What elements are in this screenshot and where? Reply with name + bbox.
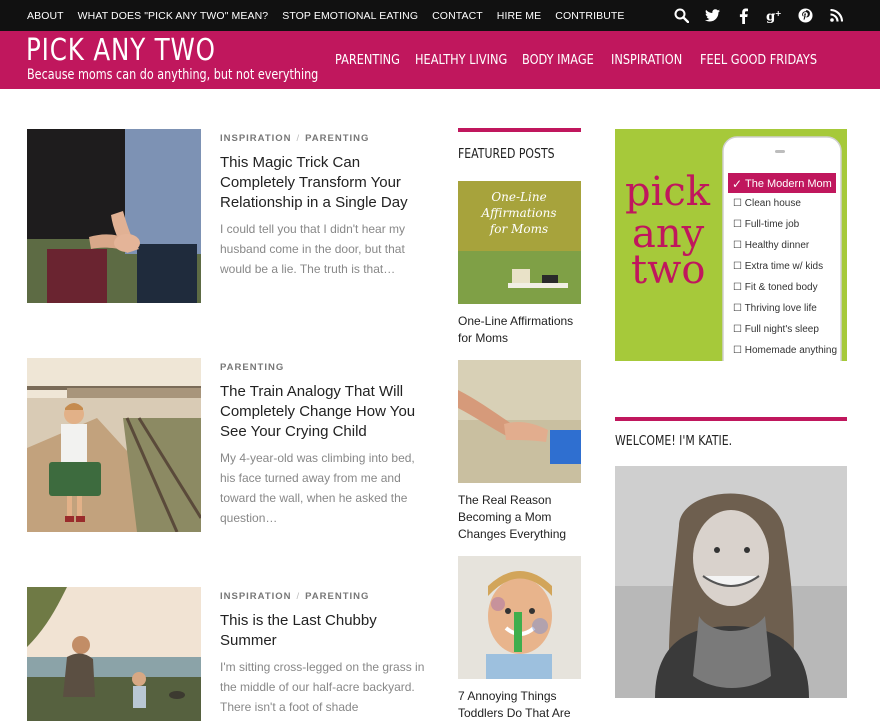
featured-item[interactable]: The Real Reason Becoming a Mom Changes E…: [458, 360, 581, 543]
featured-image-text: One-Line Affirmations for Moms: [480, 190, 556, 236]
facebook-icon[interactable]: [735, 8, 751, 24]
nav-inspiration[interactable]: INSPIRATION: [611, 52, 682, 68]
featured-thumbnail[interactable]: One-Line Affirmations for Moms: [458, 181, 581, 304]
post-excerpt: My 4-year-old was climbing into bed, his…: [220, 451, 415, 525]
category-link[interactable]: INSPIRATION: [220, 133, 292, 144]
featured-heading: FEATURED POSTS: [458, 147, 555, 162]
nav-parenting[interactable]: PARENTING: [335, 52, 400, 68]
nav-healthy-living[interactable]: HEALTHY LIVING: [415, 52, 507, 68]
post-categories: PARENTING: [220, 362, 284, 373]
category-link[interactable]: INSPIRATION: [220, 591, 292, 602]
featured-caption[interactable]: 7 Annoying Things Toddlers Do That Are: [458, 688, 581, 721]
top-nav-hire-me[interactable]: HIRE ME: [497, 10, 541, 22]
top-bar: ABOUT WHAT DOES "PICK ANY TWO" MEAN? STO…: [0, 0, 880, 31]
post-title[interactable]: The Train Analogy That Will Completely C…: [220, 382, 425, 442]
featured-item[interactable]: 7 Annoying Things Toddlers Do That Are: [458, 556, 581, 721]
featured-caption[interactable]: One-Line Affirmations for Moms: [458, 313, 581, 347]
svg-text:+: +: [775, 9, 782, 18]
post-thumbnail[interactable]: [27, 358, 201, 532]
welcome-divider: [615, 417, 847, 421]
ad-checklist-item: ☐ Homemade anything: [733, 345, 838, 356]
featured-thumbnail[interactable]: [458, 360, 581, 483]
svg-text:g: g: [766, 8, 775, 23]
site-tagline: Because moms can do anything, but not ev…: [27, 67, 319, 83]
ad-word: two: [631, 247, 705, 293]
post-excerpt: I'm sitting cross-legged on the grass in…: [220, 660, 425, 714]
top-nav-contact[interactable]: CONTACT: [432, 10, 483, 22]
ad-checklist-item: ☐ Thriving love life: [733, 303, 817, 314]
featured-thumbnail[interactable]: [458, 556, 581, 679]
search-icon[interactable]: [673, 8, 689, 24]
author-photo[interactable]: [615, 466, 847, 698]
ad-checklist-item: ☐ Clean house: [733, 198, 801, 209]
ad-checklist-item: ☐ Healthy dinner: [733, 240, 810, 251]
twitter-icon[interactable]: [704, 8, 720, 24]
ad-checklist-title: The Modern Mom: [745, 178, 832, 190]
ad-checklist-item: ☐ Fit & toned body: [733, 282, 818, 293]
rss-icon[interactable]: [828, 8, 844, 24]
post-item: INSPIRATION / PARENTING This is the Last C…: [27, 587, 432, 721]
nav-feel-good-fridays[interactable]: FEEL GOOD FRIDAYS: [700, 52, 817, 68]
ad-word: pick: [625, 169, 711, 215]
top-nav-stop-emotional-eating[interactable]: STOP EMOTIONAL EATING: [282, 10, 418, 22]
top-nav-about[interactable]: ABOUT: [27, 10, 64, 22]
featured-divider: [458, 128, 581, 132]
welcome-heading: WELCOME! I'M KATIE.: [615, 434, 733, 449]
nav-body-image[interactable]: BODY IMAGE: [522, 52, 594, 68]
svg-text:✓: ✓: [732, 177, 742, 191]
featured-posts: FEATURED POSTS One-Line Affirmations for M…: [458, 128, 581, 720]
post-thumbnail[interactable]: [27, 129, 201, 303]
post-title[interactable]: This is the Last Chubby Summer: [220, 611, 425, 651]
ad-checklist-item: ☐ Full-time job: [733, 219, 800, 230]
social-icons: g +: [673, 0, 844, 31]
post-item: INSPIRATION / PARENTING This Magic Trick C…: [27, 129, 432, 303]
category-link[interactable]: PARENTING: [305, 133, 369, 144]
ad-checklist-item: ☐ Extra time w/ kids: [733, 261, 824, 272]
top-nav-what-does-pick-any-two-mean[interactable]: WHAT DOES "PICK ANY TWO" MEAN?: [78, 10, 269, 22]
site-header: PICK ANY TWO Because moms can do anythin…: [0, 31, 880, 89]
featured-item[interactable]: One-Line Affirmations for Moms One-Line Af…: [458, 181, 581, 347]
pinterest-icon[interactable]: [797, 8, 813, 24]
top-nav: ABOUT WHAT DOES "PICK ANY TWO" MEAN? STO…: [27, 0, 639, 31]
category-link[interactable]: PARENTING: [220, 362, 284, 373]
ad-checklist: ☐ Clean house ☐ Full-time job ☐ Healthy …: [733, 198, 837, 361]
post-categories: INSPIRATION / PARENTING: [220, 591, 370, 602]
category-link[interactable]: PARENTING: [305, 591, 369, 602]
google-plus-icon[interactable]: g +: [766, 8, 782, 24]
featured-caption[interactable]: The Real Reason Becoming a Mom Changes E…: [458, 492, 581, 543]
post-thumbnail[interactable]: [27, 587, 201, 721]
post-excerpt: I could tell you that I didn't hear my h…: [220, 222, 406, 276]
post-title[interactable]: This Magic Trick Can Completely Transfor…: [220, 153, 425, 213]
top-nav-contribute[interactable]: CONTRIBUTE: [555, 10, 624, 22]
site-title[interactable]: PICK ANY TWO: [26, 33, 216, 68]
post-categories: INSPIRATION / PARENTING: [220, 133, 370, 144]
pick-any-two-ad[interactable]: pick any two ✓ The Modern Mom ☐ Clean ho…: [615, 129, 847, 361]
ad-checklist-item: ☐ Full night's sleep: [733, 324, 819, 335]
post-item: PARENTING The Train Analogy That Will Co…: [27, 358, 432, 532]
